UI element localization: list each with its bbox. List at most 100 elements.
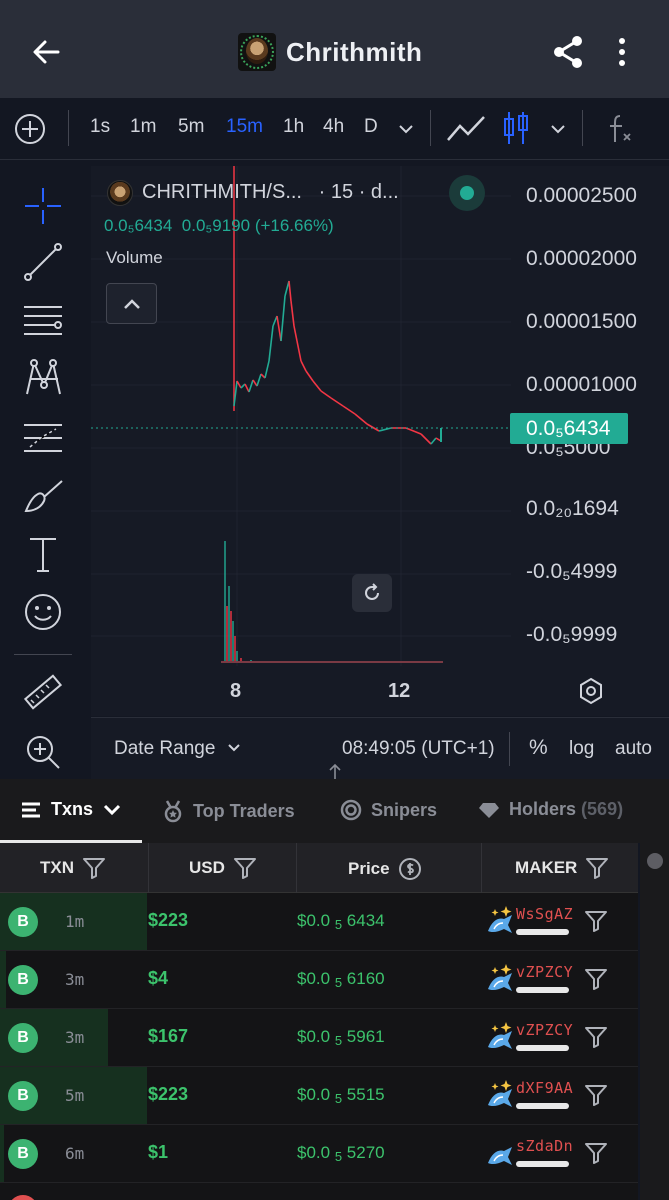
- tab-txns[interactable]: Txns: [20, 799, 121, 820]
- symbol-logo: [107, 180, 133, 206]
- interval-1s[interactable]: 1s: [90, 116, 110, 138]
- filter-icon[interactable]: [82, 857, 106, 879]
- txn-price-subscript: 5: [334, 1149, 343, 1164]
- txn-price: $0.0 5 5270: [297, 1143, 385, 1164]
- brush-icon[interactable]: [22, 475, 64, 517]
- interval-1h[interactable]: 1h: [283, 116, 304, 138]
- interval-d[interactable]: D: [364, 116, 378, 138]
- interval-4h[interactable]: 4h: [323, 116, 344, 138]
- txn-type-badge: B: [8, 1139, 38, 1169]
- filter-icon[interactable]: [585, 857, 609, 879]
- table-row-partial: [0, 1183, 638, 1200]
- txn-price-prefix: $0.0: [297, 1027, 331, 1046]
- auto-scale-toggle[interactable]: auto: [615, 738, 652, 760]
- forecast-icon[interactable]: [22, 417, 64, 459]
- column-header-maker-label: MAKER: [515, 858, 578, 877]
- filter-icon[interactable]: [233, 857, 257, 879]
- more-vertical-icon[interactable]: [612, 36, 632, 68]
- text-icon[interactable]: [22, 533, 64, 575]
- column-header-maker[interactable]: MAKER: [515, 857, 609, 879]
- sparkle-fish-icon: [488, 1080, 512, 1107]
- chevron-down-icon[interactable]: [549, 120, 567, 138]
- pattern-icon[interactable]: [22, 357, 64, 399]
- filter-icon[interactable]: [584, 909, 608, 933]
- filter-icon[interactable]: [584, 1141, 608, 1165]
- candle: [296, 340, 302, 362]
- txn-price-subscript: 5: [334, 1033, 343, 1048]
- maker-address[interactable]: WsSgAZ: [516, 905, 573, 923]
- chart-settings-icon[interactable]: [577, 677, 605, 705]
- txn-type-badge: [8, 1195, 38, 1200]
- filter-icon[interactable]: [584, 967, 608, 991]
- table-row[interactable]: B 3m $167 $0.0 5 5961 vZPZCY: [0, 1009, 638, 1067]
- chevron-down-icon[interactable]: [397, 120, 415, 138]
- sparkle-fish-icon: [488, 964, 512, 991]
- table-row[interactable]: B 3m $4 $0.0 5 6160 vZPZCY: [0, 951, 638, 1009]
- txn-price: $0.0 5 5961: [297, 1027, 385, 1048]
- column-header-txn[interactable]: TXN: [40, 857, 106, 879]
- candle: [280, 295, 286, 342]
- ohlc-value-b: 0.0₅9190: [181, 216, 251, 235]
- collapse-legend-button[interactable]: [106, 283, 157, 324]
- clock-readout[interactable]: 08:49:05 (UTC+1): [342, 738, 495, 760]
- ruler-icon[interactable]: [22, 671, 64, 713]
- symbol-interval: · 15 · d...: [318, 181, 399, 203]
- function-icon[interactable]: [606, 112, 634, 146]
- date-range-label: Date Range: [114, 738, 216, 759]
- maker-address[interactable]: sZdaDn: [516, 1137, 573, 1155]
- arrow-left-icon[interactable]: [28, 34, 64, 70]
- table-row[interactable]: B 6m $1 $0.0 5 5270 sZdaDn: [0, 1125, 638, 1183]
- tab-holders[interactable]: Holders (569): [478, 799, 623, 820]
- column-header-usd[interactable]: USD: [189, 857, 257, 879]
- fib-icon[interactable]: [22, 299, 64, 341]
- reset-chart-button[interactable]: [352, 574, 392, 612]
- maker-address[interactable]: vZPZCY: [516, 1021, 573, 1039]
- maker-balance-bar: [516, 929, 569, 935]
- txn-type-badge: B: [8, 1023, 38, 1053]
- table-scrollbar[interactable]: [640, 843, 669, 1200]
- log-scale-toggle[interactable]: log: [569, 738, 594, 760]
- table-row[interactable]: B 5m $223 $0.0 5 5515 dXF9AA: [0, 1067, 638, 1125]
- emoji-icon[interactable]: [22, 591, 64, 633]
- column-header-price[interactable]: Price: [348, 857, 422, 881]
- percent-scale-toggle[interactable]: %: [529, 736, 548, 760]
- add-icon[interactable]: [13, 112, 47, 146]
- table-row[interactable]: B 1m $223 $0.0 5 6434 WsSgAZ: [0, 893, 638, 951]
- line-chart-icon[interactable]: [446, 112, 486, 146]
- tab-top-traders-label: Top Traders: [193, 800, 295, 821]
- interval-15m[interactable]: 15m: [226, 116, 263, 138]
- dollar-circle-icon[interactable]: [398, 857, 422, 881]
- txn-price-prefix: $0.0: [297, 1085, 331, 1104]
- scrollbar-thumb[interactable]: [647, 853, 663, 869]
- transactions-table: B 1m $223 $0.0 5 6434 WsSgAZ B 3m $4 $0.0 5 6160…: [0, 893, 638, 1183]
- filter-icon[interactable]: [584, 1083, 608, 1107]
- tab-snipers[interactable]: Snipers: [340, 799, 437, 821]
- txn-type-badge: B: [8, 965, 38, 995]
- maker-address[interactable]: dXF9AA: [516, 1079, 573, 1097]
- candle: [272, 315, 278, 327]
- share-icon[interactable]: [552, 34, 584, 70]
- token-logo: [238, 33, 276, 71]
- txn-age: 6m: [65, 1144, 85, 1163]
- data-tabs: Txns Top Traders Snipers Holders (569): [0, 779, 669, 843]
- medal-icon: [164, 800, 182, 823]
- zoom-icon[interactable]: [22, 731, 64, 773]
- trendline-icon[interactable]: [22, 241, 64, 283]
- maker-balance-bar: [516, 987, 569, 993]
- maker-address[interactable]: vZPZCY: [516, 963, 573, 981]
- crosshair-icon[interactable]: [22, 185, 64, 227]
- filter-icon[interactable]: [584, 1025, 608, 1049]
- candle: [405, 427, 422, 435]
- x-axis-label: 8: [230, 680, 242, 702]
- date-range-button[interactable]: Date Range: [114, 738, 241, 760]
- candle: [256, 373, 262, 387]
- tab-top-traders[interactable]: Top Traders: [162, 799, 295, 823]
- candles-icon[interactable]: [502, 110, 530, 146]
- interval-5m[interactable]: 5m: [178, 116, 204, 138]
- symbol-legend[interactable]: CHRITHMITH/S... · 15 · d...: [142, 181, 399, 204]
- interval-1m[interactable]: 1m: [130, 116, 156, 138]
- column-separator: [148, 843, 149, 893]
- column-separator: [481, 843, 482, 893]
- row-volume-bar: [0, 1125, 4, 1182]
- txn-age: 3m: [65, 1028, 85, 1047]
